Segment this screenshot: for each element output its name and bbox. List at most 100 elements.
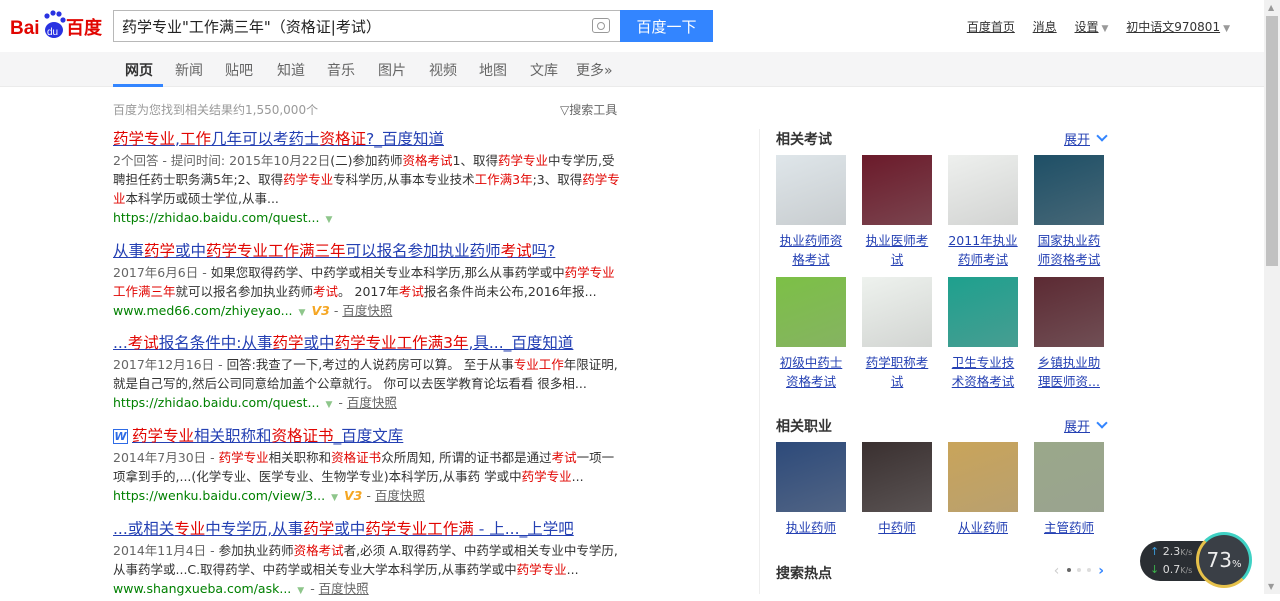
card-label[interactable]: 执业药师资格考试 <box>775 231 847 269</box>
messages-link[interactable]: 消息 <box>1033 20 1057 34</box>
camera-icon[interactable] <box>592 18 610 33</box>
search-button[interactable]: 百度一下 <box>620 10 713 42</box>
card-label[interactable]: 执业医师考试 <box>861 231 933 269</box>
card-label[interactable]: 主管药师 <box>1033 518 1105 537</box>
cache-link[interactable]: 百度快照 <box>375 488 425 503</box>
card-image[interactable] <box>776 442 846 512</box>
scroll-up-icon[interactable]: ▲ <box>1268 3 1274 12</box>
expand-link[interactable]: 展开 <box>1064 416 1108 435</box>
related-card[interactable]: 主管药师 <box>1033 442 1105 537</box>
abstract-segment: 报名条件尚未公布,2016年报... <box>423 284 597 299</box>
card-image[interactable] <box>948 277 1018 347</box>
related-card[interactable]: 执业医师考试 <box>861 155 933 269</box>
related-card[interactable]: 2011年执业药师考试 <box>947 155 1019 269</box>
search-input[interactable] <box>114 11 574 41</box>
unit: K/s <box>1180 566 1193 575</box>
result-title-link[interactable]: ...考试报名条件中:从事药学或中药学专业工作满3年,具..._百度知道 <box>113 333 623 353</box>
v3-badge-icon[interactable]: V3 <box>311 303 329 318</box>
abstract-segment: 参加执业药师 <box>218 543 294 558</box>
tab-2[interactable]: 贴吧 <box>225 60 253 80</box>
tab-5[interactable]: 图片 <box>378 60 406 80</box>
dropdown-arrow-icon[interactable]: ▼ <box>325 215 332 225</box>
related-card[interactable]: 中药师 <box>861 442 933 537</box>
related-card[interactable]: 执业药师资格考试 <box>775 155 847 269</box>
dropdown-arrow-icon[interactable]: ▼ <box>331 493 338 503</box>
tab-3[interactable]: 知道 <box>277 60 305 80</box>
tab-0[interactable]: 网页 <box>125 60 153 80</box>
card-label[interactable]: 执业药师 <box>775 518 847 537</box>
title-segment: 中专学历,从事 <box>205 520 304 538</box>
related-card[interactable]: 从业药师 <box>947 442 1019 537</box>
chevron-left-icon[interactable]: ‹ <box>1054 563 1060 579</box>
tab-6[interactable]: 视频 <box>429 60 457 80</box>
page-dot[interactable] <box>1066 568 1071 572</box>
abstract-segment: 回答:我查了一下,考过的人说药房可以算。 至于从事 <box>226 357 514 372</box>
result-title-link[interactable]: W 药学专业相关职称和资格证书_百度文库 <box>113 426 623 446</box>
chevron-down-icon <box>1096 130 1108 142</box>
page-dot[interactable] <box>1076 568 1081 572</box>
card-image[interactable] <box>1034 442 1104 512</box>
cache-link[interactable]: 百度快照 <box>347 395 397 410</box>
card-image[interactable] <box>1034 155 1104 225</box>
card-label[interactable]: 药学职称考试 <box>861 353 933 391</box>
baidu-logo[interactable]: Bai du 百度 <box>10 8 106 40</box>
related-card[interactable]: 国家执业药师资格考试 <box>1033 155 1105 269</box>
card-label[interactable]: 国家执业药师资格考试 <box>1033 231 1105 269</box>
card-image[interactable] <box>776 277 846 347</box>
tab-9[interactable]: 更多» <box>576 60 613 80</box>
related-card[interactable]: 药学职称考试 <box>861 277 933 391</box>
abstract-segment: 资格考试 <box>402 153 453 168</box>
card-image[interactable] <box>1034 277 1104 347</box>
expand-link[interactable]: 展开 <box>1064 129 1108 148</box>
url-link[interactable]: https://zhidao.baidu.com/quest... <box>113 210 319 225</box>
scroll-down-icon[interactable]: ▼ <box>1268 582 1274 591</box>
card-image[interactable] <box>862 277 932 347</box>
card-label[interactable]: 2011年执业药师考试 <box>947 231 1019 269</box>
tab-7[interactable]: 地图 <box>479 60 507 80</box>
result-url: www.med66.com/zhiyeyao... ▼ V3- 百度快照 <box>113 301 623 323</box>
card-image[interactable] <box>862 155 932 225</box>
card-label[interactable]: 乡镇执业助理医师资... <box>1033 353 1105 391</box>
scrollbar[interactable]: ▲ ▼ <box>1264 0 1280 594</box>
active-tab-indicator <box>113 84 163 87</box>
abstract-segment: 资格证书 <box>331 450 382 465</box>
cache-link[interactable]: 百度快照 <box>342 303 392 318</box>
dropdown-arrow-icon[interactable]: ▼ <box>299 308 306 318</box>
related-card[interactable]: 乡镇执业助理医师资... <box>1033 277 1105 391</box>
tab-4[interactable]: 音乐 <box>327 60 355 80</box>
home-link[interactable]: 百度首页 <box>967 20 1015 34</box>
dropdown-arrow-icon[interactable]: ▼ <box>297 586 304 596</box>
page-dot[interactable] <box>1086 568 1091 572</box>
result-title-link[interactable]: ...或相关专业中专学历,从事药学或中药学专业工作满 - 上..._上学吧 <box>113 519 623 539</box>
chevron-right-icon[interactable]: › <box>1098 563 1104 579</box>
card-image[interactable] <box>862 442 932 512</box>
settings-link[interactable]: 设置 <box>1075 20 1099 34</box>
dropdown-arrow-icon[interactable]: ▼ <box>325 400 332 410</box>
card-image[interactable] <box>776 155 846 225</box>
card-label[interactable]: 中药师 <box>861 518 933 537</box>
url-link[interactable]: www.med66.com/zhiyeyao... <box>113 303 293 318</box>
result-abstract: 2017年6月6日 - 如果您取得药学、中药学或相关专业本科学历,那么从事药学或… <box>113 263 623 301</box>
url-link[interactable]: https://zhidao.baidu.com/quest... <box>113 395 319 410</box>
card-image[interactable] <box>948 155 1018 225</box>
url-link[interactable]: https://wenku.baidu.com/view/3... <box>113 488 325 503</box>
result-title-link[interactable]: 从事药学或中药学专业工作满三年可以报名参加执业药师考试吗? <box>113 241 623 261</box>
tab-1[interactable]: 新闻 <box>175 60 203 80</box>
card-label[interactable]: 卫生专业技术资格考试 <box>947 353 1019 391</box>
scrollbar-thumb[interactable] <box>1266 16 1278 266</box>
card-label[interactable]: 从业药师 <box>947 518 1019 537</box>
search-tools-button[interactable]: ▽搜索工具 <box>560 101 617 118</box>
result-title-link[interactable]: 药学专业,工作几年可以考药士资格证?_百度知道 <box>113 129 623 149</box>
v3-badge-icon[interactable]: V3 <box>344 488 362 503</box>
card-label[interactable]: 初级中药士资格考试 <box>775 353 847 391</box>
related-card[interactable]: 执业药师 <box>775 442 847 537</box>
related-card[interactable]: 卫生专业技术资格考试 <box>947 277 1019 391</box>
related-card[interactable]: 初级中药士资格考试 <box>775 277 847 391</box>
user-link[interactable]: 初中语文970801 <box>1126 20 1220 34</box>
result-abstract: 2014年11月4日 - 参加执业药师资格考试者,必须 A.取得药学、中药学或相… <box>113 541 623 579</box>
upload-arrow-icon: ↑ <box>1150 545 1160 558</box>
memory-gauge[interactable]: 73% <box>1196 532 1252 588</box>
card-image[interactable] <box>948 442 1018 512</box>
tab-8[interactable]: 文库 <box>530 60 558 80</box>
abstract-segment: 工作满3年 <box>474 172 533 187</box>
